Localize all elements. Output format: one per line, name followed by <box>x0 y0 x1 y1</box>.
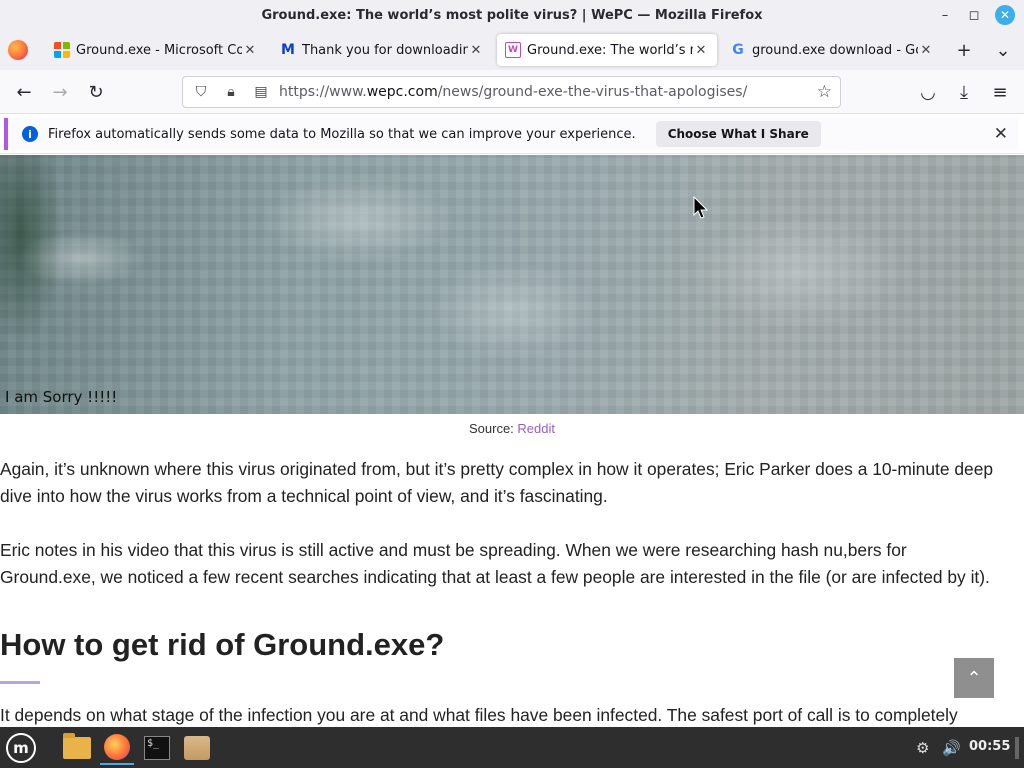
shield-icon[interactable]: ⛉ <box>189 82 213 102</box>
tab-label: Thank you for downloading <box>302 42 468 58</box>
reload-button[interactable]: ↻ <box>85 82 107 103</box>
tab-strip: Ground.exe - Microsoft Community ✕ M Tha… <box>0 30 1024 70</box>
image-caption: I am Sorry !!!!! <box>5 388 118 406</box>
paragraph-1: Again, it’s unknown where this virus ori… <box>0 456 1024 510</box>
files-launcher[interactable] <box>60 731 94 765</box>
clock[interactable]: 00:55 <box>969 739 1010 754</box>
lock-icon[interactable]: 🔒︎ <box>219 82 243 102</box>
minimize-icon[interactable]: – <box>935 5 955 25</box>
notification-text: Firefox automatically sends some data to… <box>48 126 636 142</box>
archive-icon <box>184 736 210 760</box>
source-link[interactable]: Reddit <box>517 421 555 436</box>
paragraph-line: Eric notes in his video that this virus … <box>0 540 907 560</box>
url-bar[interactable]: ⛉ 🔒︎ ▤ https://www.wepc.com/news/ground-… <box>182 76 841 108</box>
heading-underline <box>0 681 40 684</box>
page-info-icon[interactable]: ▤ <box>249 82 273 102</box>
source-label: Source: <box>468 421 514 436</box>
start-menu-button[interactable]: m <box>4 731 38 765</box>
window-title: Ground.exe: The world’s most polite viru… <box>261 7 763 23</box>
image-source: Source: Reddit <box>0 421 1024 436</box>
paragraph-3: It depends on what stage of the infectio… <box>0 702 1024 727</box>
taskbar: m $_ ⚙ 🔊 00:55 <box>0 727 1024 768</box>
menu-icon[interactable]: ≡ <box>989 82 1011 103</box>
firefox-icon <box>104 734 130 760</box>
google-icon: G <box>732 42 744 58</box>
terminal-icon: $_ <box>144 736 170 760</box>
downloads-icon[interactable]: ⤓ <box>953 82 975 103</box>
paragraph-line: dive into how the virus works from a tec… <box>0 486 608 506</box>
paragraph-line: It depends on what stage of the infectio… <box>0 705 958 725</box>
paragraph-line: Again, it’s unknown where this virus ori… <box>0 459 994 479</box>
tab-google-search[interactable]: G ground.exe download - Google Search ✕ <box>722 34 942 66</box>
tab-label: ground.exe download - Google Search <box>752 42 918 58</box>
terminal-launcher[interactable]: $_ <box>140 731 174 765</box>
info-icon: i <box>22 126 38 142</box>
navigation-toolbar: ← → ↻ ⛉ 🔒︎ ▤ https://www.wepc.com/news/g… <box>0 70 1024 114</box>
notification-bar: i Firefox automatically sends some data … <box>4 118 1018 150</box>
new-tab-button[interactable]: + <box>954 40 974 61</box>
tab-malwarebytes[interactable]: M Thank you for downloading ✕ <box>272 34 492 66</box>
close-tab-icon[interactable]: ✕ <box>918 43 934 58</box>
volume-icon[interactable]: 🔊 <box>942 739 961 757</box>
bookmark-star-icon[interactable]: ☆ <box>817 82 832 102</box>
close-tab-icon[interactable]: ✕ <box>468 43 484 58</box>
choose-what-i-share-button[interactable]: Choose What I Share <box>655 121 821 147</box>
data-collection-notification: i Firefox automatically sends some data … <box>0 114 1024 154</box>
linux-mint-icon: m <box>6 733 36 763</box>
back-to-top-button[interactable]: ⌃ <box>954 658 994 698</box>
microsoft-icon <box>54 42 70 58</box>
firefox-launcher[interactable] <box>100 731 134 765</box>
paragraph-line: Ground.exe, we noticed a few recent sear… <box>0 567 990 587</box>
forward-button[interactable]: → <box>49 82 71 103</box>
close-window-icon[interactable]: ✕ <box>995 5 1015 25</box>
tab-wepc-article[interactable]: W Ground.exe: The world’s most polite vi… <box>497 34 717 66</box>
show-desktop-button[interactable] <box>1015 737 1019 759</box>
section-heading: How to get rid of Ground.exe? <box>0 627 445 662</box>
folder-icon <box>63 733 91 759</box>
tab-label: Ground.exe: The world’s most polite viru… <box>527 42 693 58</box>
tab-microsoft-community[interactable]: Ground.exe - Microsoft Community ✕ <box>46 34 266 66</box>
pocket-icon[interactable]: ◡ <box>917 82 939 103</box>
url-text[interactable]: https://www.wepc.com/news/ground-exe-the… <box>279 84 747 100</box>
list-all-tabs-icon[interactable]: ⌄ <box>993 40 1013 61</box>
paragraph-2: Eric notes in his video that this virus … <box>0 537 1024 591</box>
maximize-icon[interactable]: ◻ <box>964 5 984 25</box>
wepc-icon: W <box>505 42 521 58</box>
tab-label: Ground.exe - Microsoft Community <box>76 42 242 58</box>
close-tab-icon[interactable]: ✕ <box>242 43 258 58</box>
back-button[interactable]: ← <box>13 82 35 103</box>
network-icon[interactable]: ⚙ <box>916 739 929 757</box>
firefox-view-icon[interactable] <box>8 40 28 60</box>
page-content[interactable]: I am Sorry !!!!! Source: Reddit Again, i… <box>0 155 1024 727</box>
window-titlebar: Ground.exe: The world’s most polite viru… <box>0 0 1024 30</box>
close-notification-icon[interactable]: ✕ <box>994 124 1008 144</box>
close-tab-icon[interactable]: ✕ <box>693 43 709 58</box>
article-image: I am Sorry !!!!! <box>0 155 1024 414</box>
malwarebytes-icon: M <box>281 42 295 58</box>
archive-manager-launcher[interactable] <box>180 731 214 765</box>
mouse-cursor-icon <box>693 196 709 219</box>
